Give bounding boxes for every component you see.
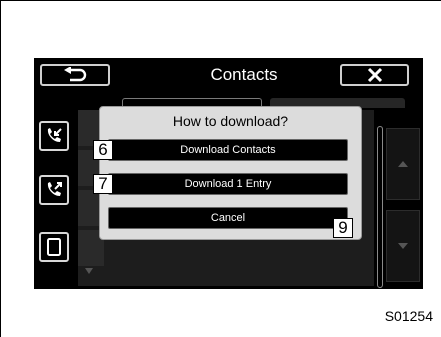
phone-device-icon: [47, 238, 61, 256]
return-arrow-icon: [64, 67, 87, 82]
outgoing-call-icon: [47, 182, 62, 196]
device-button[interactable]: [39, 232, 69, 262]
close-icon: [367, 67, 382, 83]
dialog-title: How to download?: [172, 113, 289, 129]
chevron-up-icon: [398, 161, 408, 167]
incoming-calls-button[interactable]: [39, 121, 69, 151]
callout-7: 7: [93, 174, 113, 194]
figure-code: S01254: [384, 308, 433, 324]
callout-6: 6: [93, 140, 113, 160]
chevron-down-icon: [398, 243, 408, 249]
back-button[interactable]: [40, 64, 110, 86]
page-title: Contacts: [210, 65, 278, 84]
download-contacts-button[interactable]: Download Contacts: [108, 139, 348, 161]
scroll-down-button[interactable]: [386, 210, 420, 282]
cancel-button[interactable]: Cancel: [108, 207, 348, 229]
download-one-entry-button[interactable]: Download 1 Entry: [108, 173, 348, 195]
scroll-up-button[interactable]: [386, 128, 420, 200]
outgoing-calls-button[interactable]: [39, 175, 69, 205]
callout-9: 9: [333, 218, 353, 238]
download-dialog: How to download? Download Contacts Downl…: [99, 106, 362, 240]
list-down-arrow-icon: [85, 268, 93, 274]
scrollbar[interactable]: [377, 126, 383, 288]
incoming-call-icon: [47, 128, 62, 142]
close-button[interactable]: [340, 64, 409, 86]
